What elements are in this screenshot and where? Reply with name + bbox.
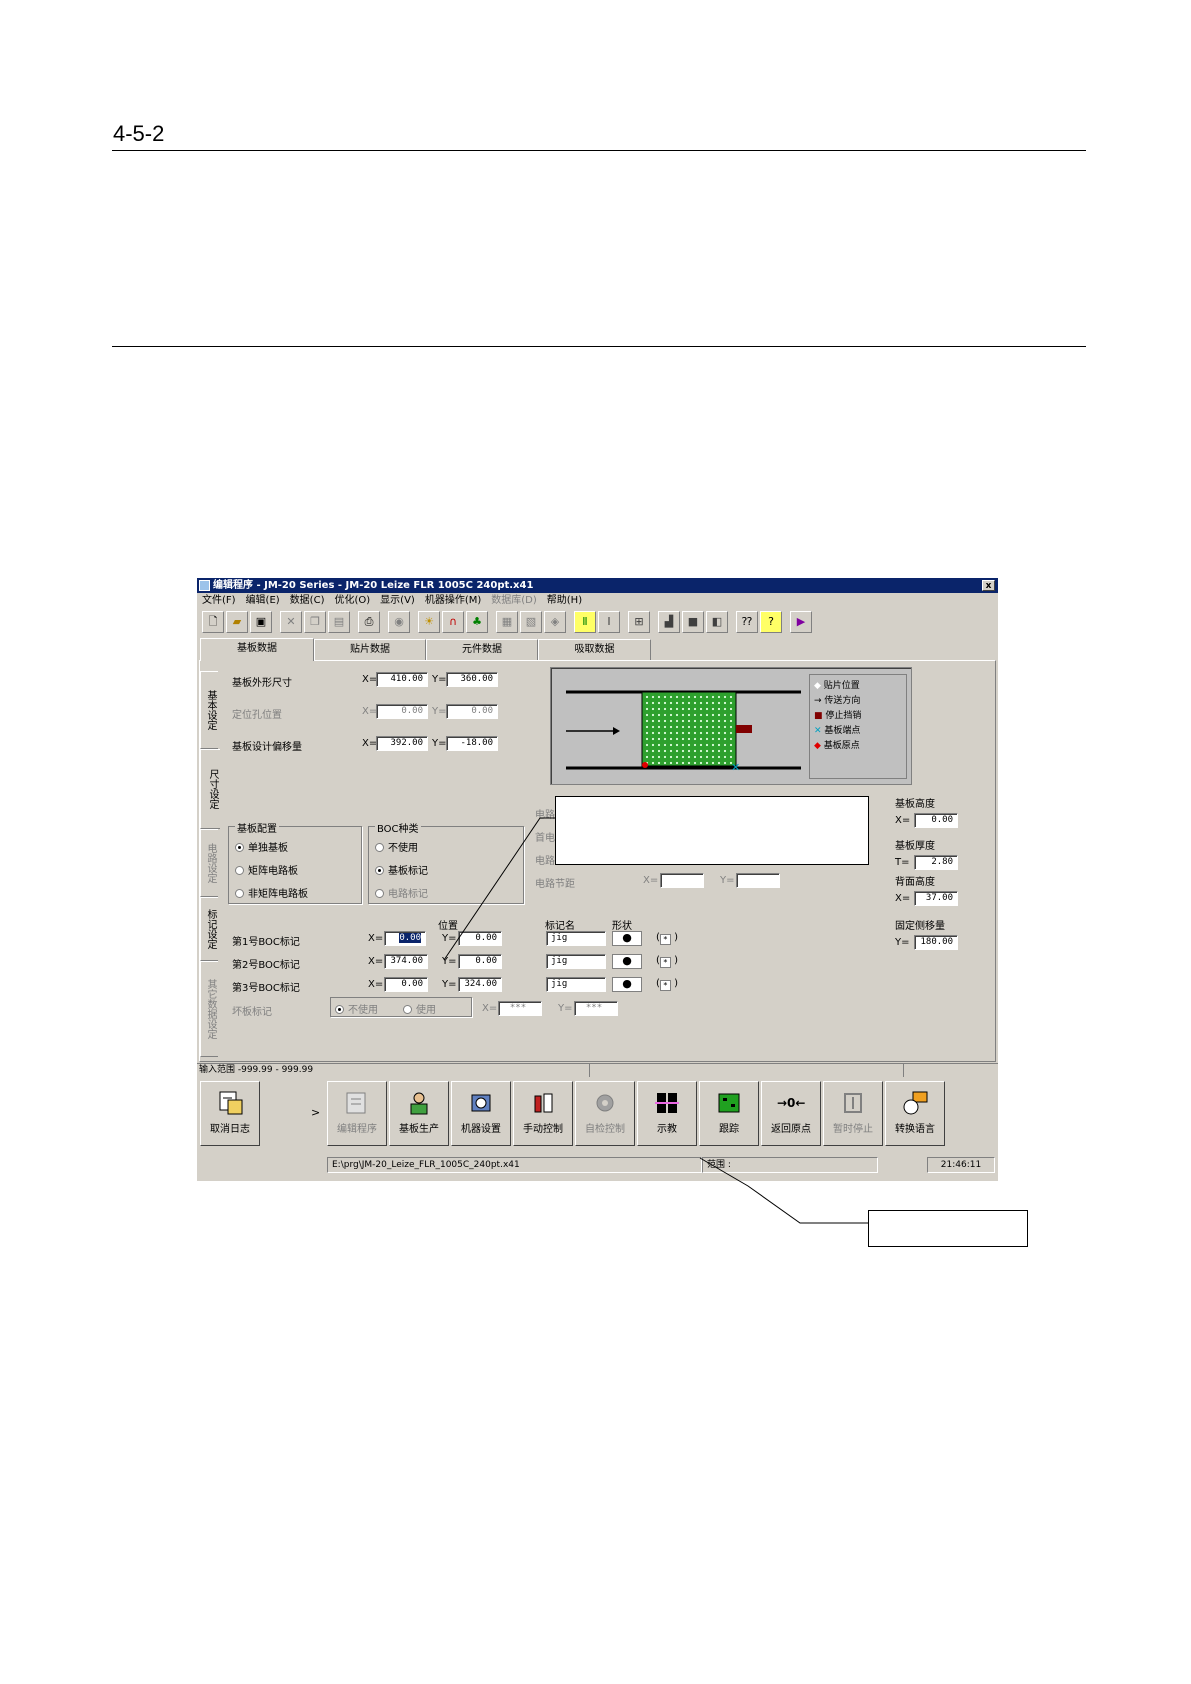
tab-board-data[interactable]: 基板数据: [200, 638, 314, 661]
leader-lines: [443, 817, 868, 1224]
